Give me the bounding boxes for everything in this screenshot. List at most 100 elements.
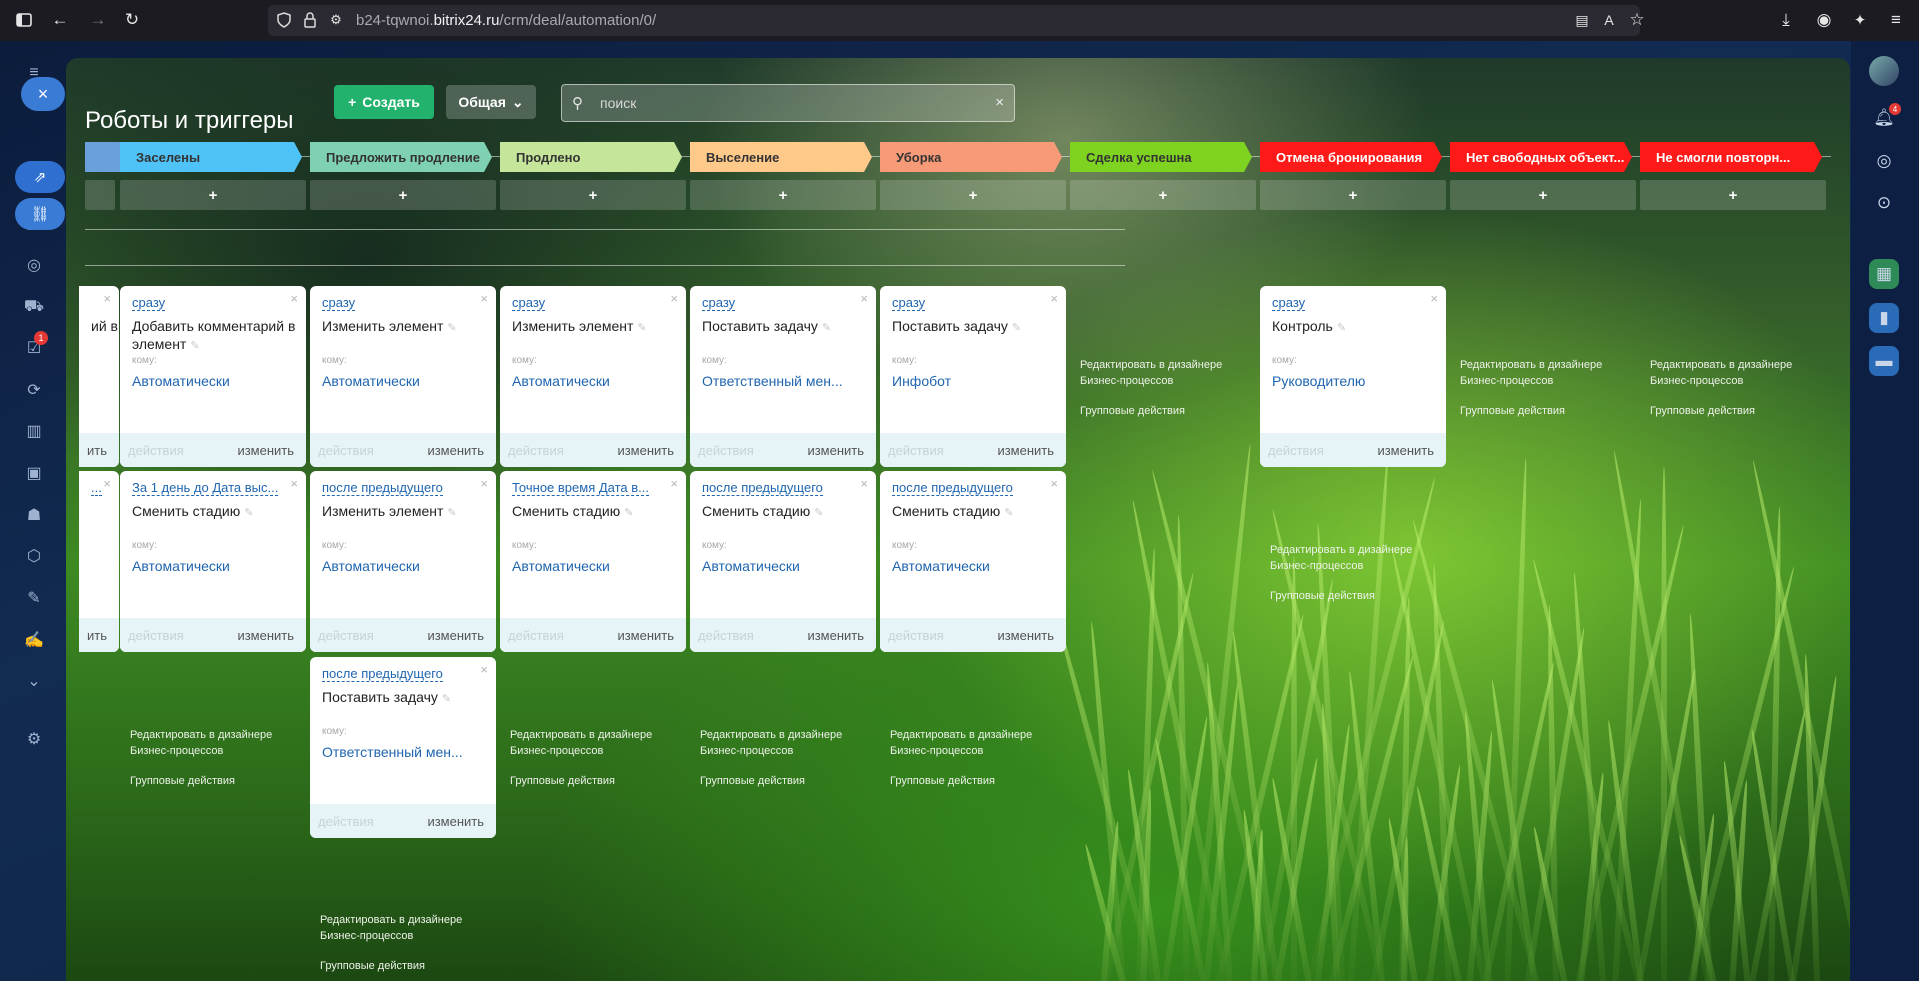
change-link[interactable]: изменить (1377, 443, 1434, 458)
responsible-link[interactable]: Автоматически (512, 373, 610, 389)
url-text[interactable]: b24-tqwnoi.bitrix24.ru/crm/deal/automati… (356, 12, 656, 29)
group-actions-link[interactable]: Групповые действия (510, 773, 660, 789)
download-icon[interactable]: ⤓ (1774, 8, 1798, 32)
robot-card[interactable]: после предыдущего × Сменить стадию ✎ кому: Ав… (690, 471, 876, 652)
delete-robot-icon[interactable]: × (670, 476, 678, 491)
pencil-icon[interactable]: ✎ (1004, 507, 1013, 519)
change-link[interactable]: изменить (237, 443, 294, 458)
stage-3[interactable]: Продлено (500, 142, 682, 172)
close-slider-button[interactable]: × (21, 77, 65, 111)
add-trigger-button[interactable]: + (500, 180, 686, 210)
group-actions-link[interactable]: Групповые действия (890, 773, 1040, 789)
search-input[interactable] (600, 91, 960, 115)
robot-card[interactable]: сразу × Изменить элемент ✎ кому: Автоматическ… (310, 286, 496, 467)
copilot-icon[interactable]: ◎ (1869, 146, 1899, 176)
search-box[interactable]: ⚲ × (561, 84, 1015, 122)
trigger-time-link[interactable]: За 1 день до Дата выс... (132, 480, 279, 496)
chevron-down-icon[interactable]: ⌄ (22, 669, 46, 693)
responsible-link[interactable]: Автоматически (322, 558, 420, 574)
pencil-icon[interactable]: ✎ (442, 693, 451, 705)
change-link[interactable]: изменить (617, 628, 674, 643)
robot-card[interactable]: сразу × Поставить задачу ✎ кому: Инфобот дейст… (880, 286, 1066, 467)
edit-in-designer-link[interactable]: Редактировать в дизайнере Бизнес-процесс… (130, 727, 280, 759)
external-link-icon[interactable]: ⇗ (15, 161, 65, 193)
change-link[interactable]: изменить (617, 443, 674, 458)
stage-9[interactable]: Не смогли повторн... (1640, 142, 1822, 172)
group-actions-link[interactable]: Групповые действия (700, 773, 850, 789)
trigger-time-link[interactable]: сразу (892, 295, 926, 311)
cart-icon[interactable]: ⛟ (22, 295, 46, 319)
box-icon[interactable]: ⬡ (22, 544, 46, 568)
automation-icon[interactable]: ⟳ (22, 378, 46, 402)
pencil-icon[interactable]: ✎ (624, 507, 633, 519)
trigger-time-link[interactable]: Точное время Дата в... (512, 480, 649, 496)
add-trigger-button[interactable] (85, 180, 115, 210)
edit-in-designer-link[interactable]: Редактировать в дизайнере Бизнес-процесс… (1650, 357, 1800, 389)
edit-in-designer-link[interactable]: Редактировать в дизайнере Бизнес-процесс… (1460, 357, 1610, 389)
delete-robot-icon[interactable]: × (1050, 291, 1058, 306)
group-actions-link[interactable]: Групповые действия (1270, 588, 1420, 604)
trigger-time-link[interactable]: ... (91, 480, 102, 496)
delete-robot-icon[interactable]: × (290, 476, 298, 491)
create-button[interactable]: + Создать (334, 85, 434, 119)
delete-robot-icon[interactable]: × (1430, 291, 1438, 306)
change-link[interactable]: изменить (807, 628, 864, 643)
change-link[interactable]: ить (87, 628, 107, 643)
contacts-icon[interactable]: ▣ (22, 461, 46, 485)
add-trigger-button[interactable]: + (1640, 180, 1826, 210)
search-chat-icon[interactable]: ⊙ (1869, 188, 1899, 218)
robot-card[interactable]: × ий в ить (79, 286, 119, 467)
permissions-icon[interactable]: ⚙ (324, 8, 348, 32)
trigger-time-link[interactable]: после предыдущего (322, 666, 443, 682)
add-trigger-button[interactable]: + (310, 180, 496, 210)
trigger-time-link[interactable]: сразу (1272, 295, 1306, 311)
pencil-icon[interactable]: ✎ (814, 507, 823, 519)
trigger-time-link[interactable]: после предыдущего (702, 480, 823, 496)
add-trigger-button[interactable]: + (1450, 180, 1636, 210)
group-actions-link[interactable]: Групповые действия (1650, 403, 1800, 419)
delete-robot-icon[interactable]: × (103, 291, 111, 306)
responsible-link[interactable]: Автоматически (132, 558, 230, 574)
stage-5[interactable]: Уборка (880, 142, 1062, 172)
translate-icon[interactable]: A (1597, 8, 1621, 32)
responsible-link[interactable]: Автоматически (892, 558, 990, 574)
sign-icon[interactable]: ✍ (22, 628, 46, 652)
change-link[interactable]: изменить (427, 443, 484, 458)
edit-in-designer-link[interactable]: Редактировать в дизайнере Бизнес-процесс… (700, 727, 850, 759)
menu-icon[interactable]: ≡ (1884, 8, 1908, 32)
trigger-time-link[interactable]: после предыдущего (322, 480, 443, 496)
extensions-icon[interactable]: ✦ (1848, 8, 1872, 32)
stage-1[interactable]: Заселены (120, 142, 302, 172)
bookmark-icon[interactable]: ▮ (1869, 303, 1899, 333)
trigger-time-link[interactable]: сразу (322, 295, 356, 311)
trigger-time-link[interactable]: после предыдущего (892, 480, 1013, 496)
change-link[interactable]: изменить (997, 628, 1054, 643)
pencil-icon[interactable]: ✎ (822, 322, 831, 334)
robot-card[interactable]: сразу × Контроль ✎ кому: Руководителю действия… (1260, 286, 1446, 467)
robot-card[interactable]: Точное время Дата в... × Сменить стадию ✎ ко… (500, 471, 686, 652)
edit-in-designer-link[interactable]: Редактировать в дизайнере Бизнес-процесс… (510, 727, 660, 759)
stage-7[interactable]: Отмена бронирования (1260, 142, 1442, 172)
responsible-link[interactable]: Автоматически (512, 558, 610, 574)
responsible-link[interactable]: Автоматически (702, 558, 800, 574)
edit-in-designer-link[interactable]: Редактировать в дизайнере Бизнес-процесс… (1270, 542, 1420, 574)
delete-robot-icon[interactable]: × (480, 476, 488, 491)
responsible-link[interactable]: Автоматически (132, 373, 230, 389)
pencil-icon[interactable]: ✎ (190, 340, 199, 352)
robot-card[interactable]: ... × ить (79, 471, 119, 652)
edit-in-designer-link[interactable]: Редактировать в дизайнере Бизнес-процесс… (1080, 357, 1230, 389)
delete-robot-icon[interactable]: × (480, 291, 488, 306)
goals-icon[interactable]: ◎ (22, 253, 46, 277)
responsible-link[interactable]: Автоматически (322, 373, 420, 389)
group-actions-link[interactable]: Групповые действия (320, 958, 470, 974)
robot-card[interactable]: после предыдущего × Изменить элемент ✎ кому:… (310, 471, 496, 652)
group-actions-link[interactable]: Групповые действия (130, 773, 280, 789)
stage-8[interactable]: Нет свободных объект... (1450, 142, 1632, 172)
pencil-icon[interactable]: ✎ (447, 322, 456, 334)
change-link[interactable]: изменить (427, 628, 484, 643)
robot-icon[interactable]: ☗ (22, 503, 46, 527)
pencil-icon[interactable]: ✎ (1337, 322, 1346, 334)
clear-search-icon[interactable]: × (995, 94, 1004, 111)
edit-in-designer-link[interactable]: Редактировать в дизайнере Бизнес-процесс… (320, 912, 470, 944)
reader-view-icon[interactable]: ▤ (1570, 8, 1594, 32)
